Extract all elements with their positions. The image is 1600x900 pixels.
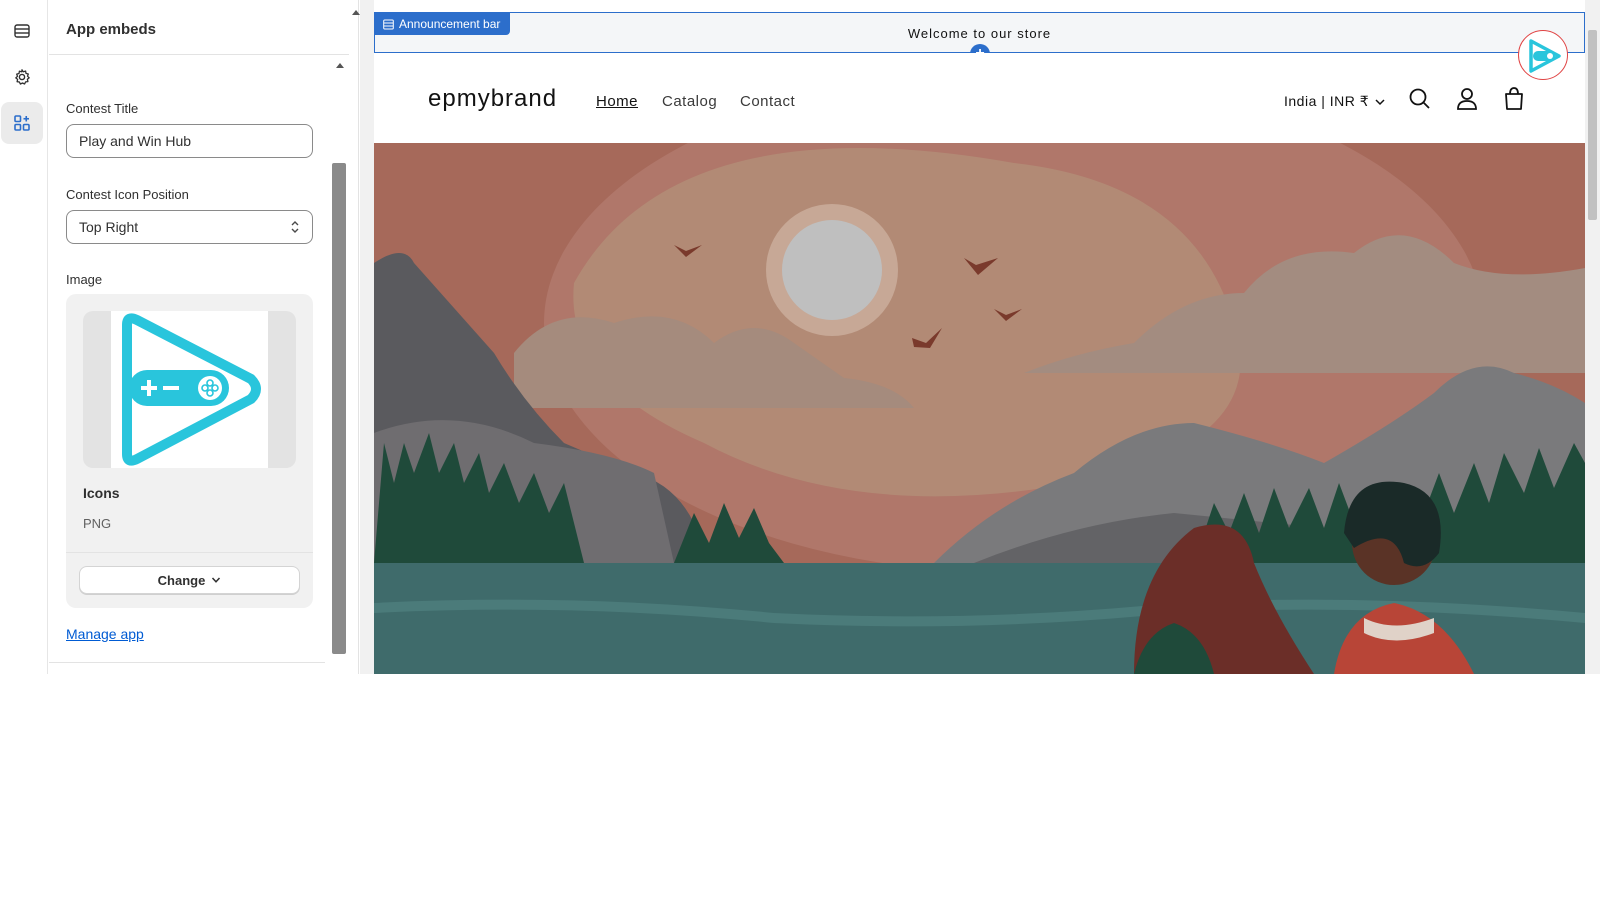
divider [66, 552, 313, 553]
sections-button[interactable] [1, 10, 43, 52]
nav-contact[interactable]: Contact [740, 93, 795, 110]
icon-position-value: Top Right [79, 219, 139, 235]
section-tag: Announcement bar [375, 13, 511, 35]
collapse-caret-icon[interactable] [336, 63, 344, 68]
nav-catalog[interactable]: Catalog [662, 93, 717, 110]
play-gamepad-logo-icon [122, 313, 261, 466]
theme-editor: App embeds Contest Title Contest Icon Po… [0, 0, 1600, 674]
settings-panel: App embeds Contest Title Contest Icon Po… [49, 0, 360, 674]
country-label: India | INR ₹ [1284, 93, 1370, 109]
panel-title: App embeds [66, 21, 157, 38]
chevron-down-icon [212, 577, 221, 583]
image-file-type: PNG [83, 516, 112, 531]
gear-icon [15, 69, 30, 85]
storefront-preview: Welcome to our store Announcement bar + … [374, 12, 1585, 674]
contest-title-label: Contest Title [66, 101, 139, 116]
page-scrollbar-thumb[interactable] [1588, 30, 1597, 220]
account-icon[interactable] [1451, 83, 1483, 115]
cart-icon[interactable] [1498, 83, 1530, 115]
icon-rail [0, 0, 48, 674]
contest-floating-icon[interactable] [1518, 30, 1568, 80]
preview-gutter [360, 0, 374, 674]
image-thumbnail[interactable] [83, 311, 296, 468]
chevron-down-icon [1375, 98, 1385, 105]
change-button-label: Change [157, 572, 206, 588]
image-file-name: Icons [83, 485, 120, 501]
app-embeds-button[interactable] [1, 102, 43, 144]
icon-position-label: Contest Icon Position [66, 187, 189, 202]
panel-scroll-up-icon[interactable] [352, 10, 360, 15]
image-picker: Icons PNG Change [66, 294, 313, 608]
play-gamepad-logo-icon [1529, 39, 1561, 73]
image-label: Image [66, 272, 103, 287]
search-icon[interactable] [1404, 83, 1436, 115]
country-selector[interactable]: India | INR ₹ [1284, 93, 1387, 110]
change-image-button[interactable]: Change [79, 566, 300, 594]
app-embeds-icon [14, 115, 30, 131]
section-tag-label: Announcement bar [399, 17, 501, 31]
sections-icon [383, 19, 394, 29]
settings-button[interactable] [1, 56, 43, 98]
panel-scrollbar[interactable] [332, 163, 346, 654]
store-brand[interactable]: epmybrand [428, 85, 557, 113]
select-arrows-icon [291, 221, 299, 233]
announcement-text: Welcome to our store [907, 26, 1052, 41]
contest-title-input[interactable] [66, 124, 313, 158]
sections-icon [14, 24, 30, 38]
divider [49, 662, 325, 663]
manage-app-link[interactable]: Manage app [66, 626, 144, 642]
store-header: epmybrand Home Catalog Contact India | I… [374, 53, 1585, 143]
announcement-bar[interactable]: Welcome to our store Announcement bar + [374, 12, 1585, 64]
nav-home[interactable]: Home [596, 93, 638, 110]
panel-header: App embeds [49, 0, 349, 55]
hero-banner-image [374, 143, 1585, 674]
icon-position-select[interactable]: Top Right [66, 210, 313, 244]
page-scrollbar[interactable] [1585, 0, 1600, 674]
